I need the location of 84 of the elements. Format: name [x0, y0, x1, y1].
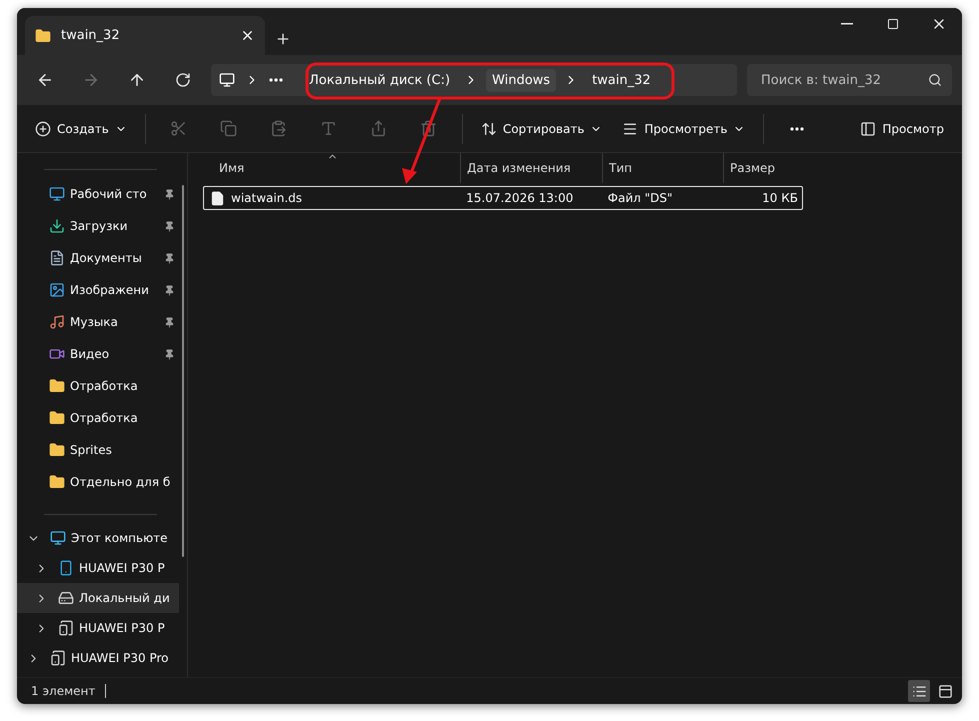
sidebar-item-label: Загрузки: [70, 219, 128, 233]
folder-icon: [49, 442, 65, 458]
music-note-icon: [49, 314, 65, 330]
table-cell-text: Файл "DS": [606, 191, 674, 205]
tree-item[interactable]: Локальный ди: [17, 583, 179, 613]
picture-icon: [49, 282, 65, 298]
file-name: wiatwain.ds: [231, 191, 302, 205]
sidebar-item[interactable]: Sprites: [17, 434, 179, 466]
breadcrumb[interactable]: Windows: [486, 68, 556, 92]
details-view-button[interactable]: [908, 680, 930, 702]
sidebar-item-label: Документы: [70, 251, 142, 265]
column-header[interactable]: Размер: [723, 153, 803, 183]
folder-icon: [49, 474, 65, 490]
sidebar-item[interactable]: Изображени: [17, 274, 179, 306]
sidebar-item-label: Отработка: [70, 379, 138, 393]
status-text: 1 элемент: [31, 684, 106, 698]
tree-item[interactable]: Этот компьюте: [17, 523, 179, 553]
monitor-icon: [50, 530, 66, 546]
sidebar-item[interactable]: Отдельно для б: [17, 466, 179, 498]
list-icon: [912, 684, 926, 698]
new-icon: [35, 120, 51, 136]
preview-pane-button[interactable]: Просмотр: [854, 112, 950, 144]
tree-item[interactable]: HUAWEI P30 Pro: [17, 643, 179, 673]
view-icon: [622, 120, 638, 136]
window-tab[interactable]: twain_32: [25, 16, 265, 55]
phone-icon: [58, 560, 74, 576]
tree-item-label: Локальный ди: [79, 591, 170, 605]
more-icon[interactable]: [269, 78, 283, 82]
tree-item[interactable]: HUAWEI P30 P: [17, 613, 179, 643]
desktop-icon: [49, 186, 65, 202]
phone-icon: [58, 620, 74, 636]
refresh-icon: [175, 72, 191, 88]
drive-icon: [58, 590, 74, 606]
folder-icon: [49, 410, 65, 426]
column-header[interactable]: Имя: [203, 153, 460, 183]
file-icon: [210, 190, 225, 206]
tiles-icon: [938, 684, 952, 698]
monitor-icon: [219, 72, 235, 88]
sidebar-item-label: Видео: [70, 347, 110, 361]
sidebar-item[interactable]: Отработка: [17, 402, 179, 434]
breadcrumb[interactable]: Локальный диск (C:): [303, 68, 456, 92]
new-menu-button[interactable]: Создать: [29, 112, 133, 144]
tree-item-label: HUAWEI P30 P: [79, 621, 165, 635]
column-header[interactable]: Тип: [602, 153, 723, 183]
preview-pane-icon: [860, 120, 876, 136]
sidebar-item[interactable]: Документы: [17, 242, 179, 274]
minimize-icon: [841, 23, 853, 25]
column-header[interactable]: Дата изменения: [460, 153, 602, 183]
search-placeholder: Поиск в: twain_32: [761, 72, 882, 88]
plus-icon: [275, 31, 291, 47]
folder-icon: [35, 28, 51, 44]
table-cell-text: 10 КБ: [761, 191, 799, 205]
maximize-icon: [887, 18, 899, 30]
sidebar-item[interactable]: Отработка: [17, 370, 179, 402]
address-bar[interactable]: Локальный диск (C:) Windows twain_32: [211, 64, 737, 96]
sort-menu-button[interactable]: Сортировать: [474, 112, 608, 144]
arrow-right-icon: [82, 71, 100, 89]
tree-item[interactable]: HUAWEI P30 P: [17, 553, 179, 583]
close-tab-icon[interactable]: [240, 28, 255, 43]
download-icon: [49, 218, 65, 234]
sidebar-item[interactable]: Музыка: [17, 306, 179, 338]
tree-item-label: HUAWEI P30 P: [79, 561, 165, 575]
sidebar-item[interactable]: Видео: [17, 338, 179, 370]
file-row[interactable]: wiatwain.ds 15.07.2026 13:00 Файл "DS" 10 КБ: [203, 186, 803, 210]
document-icon: [49, 250, 65, 266]
search-icon: [928, 73, 942, 87]
sidebar-item[interactable]: Загрузки: [17, 210, 179, 242]
view-menu-button[interactable]: Просмотреть: [616, 112, 752, 144]
table-cell-text: 15.07.2026 13:00: [465, 191, 574, 205]
sidebar-item-label: Изображени: [70, 283, 149, 297]
sort-icon: [480, 120, 497, 136]
sidebar-item-label: Отработка: [70, 411, 138, 425]
breadcrumb[interactable]: twain_32: [586, 68, 657, 92]
folder-icon: [49, 378, 65, 394]
tree-item-label: HUAWEI P30 Pro: [71, 651, 169, 665]
tab-title: twain_32: [61, 28, 121, 43]
sidebar-item[interactable]: Рабочий сто: [17, 178, 179, 210]
sidebar-item-label: Музыка: [70, 315, 118, 329]
sidebar-item-label: Рабочий сто: [70, 187, 147, 201]
phone-icon: [50, 650, 66, 666]
sidebar-item-label: Отдельно для б: [70, 475, 170, 489]
sidebar-item-label: Sprites: [70, 443, 112, 457]
tree-item-label: Этот компьюте: [71, 531, 168, 545]
search-field[interactable]: Поиск в: twain_32: [747, 64, 952, 96]
